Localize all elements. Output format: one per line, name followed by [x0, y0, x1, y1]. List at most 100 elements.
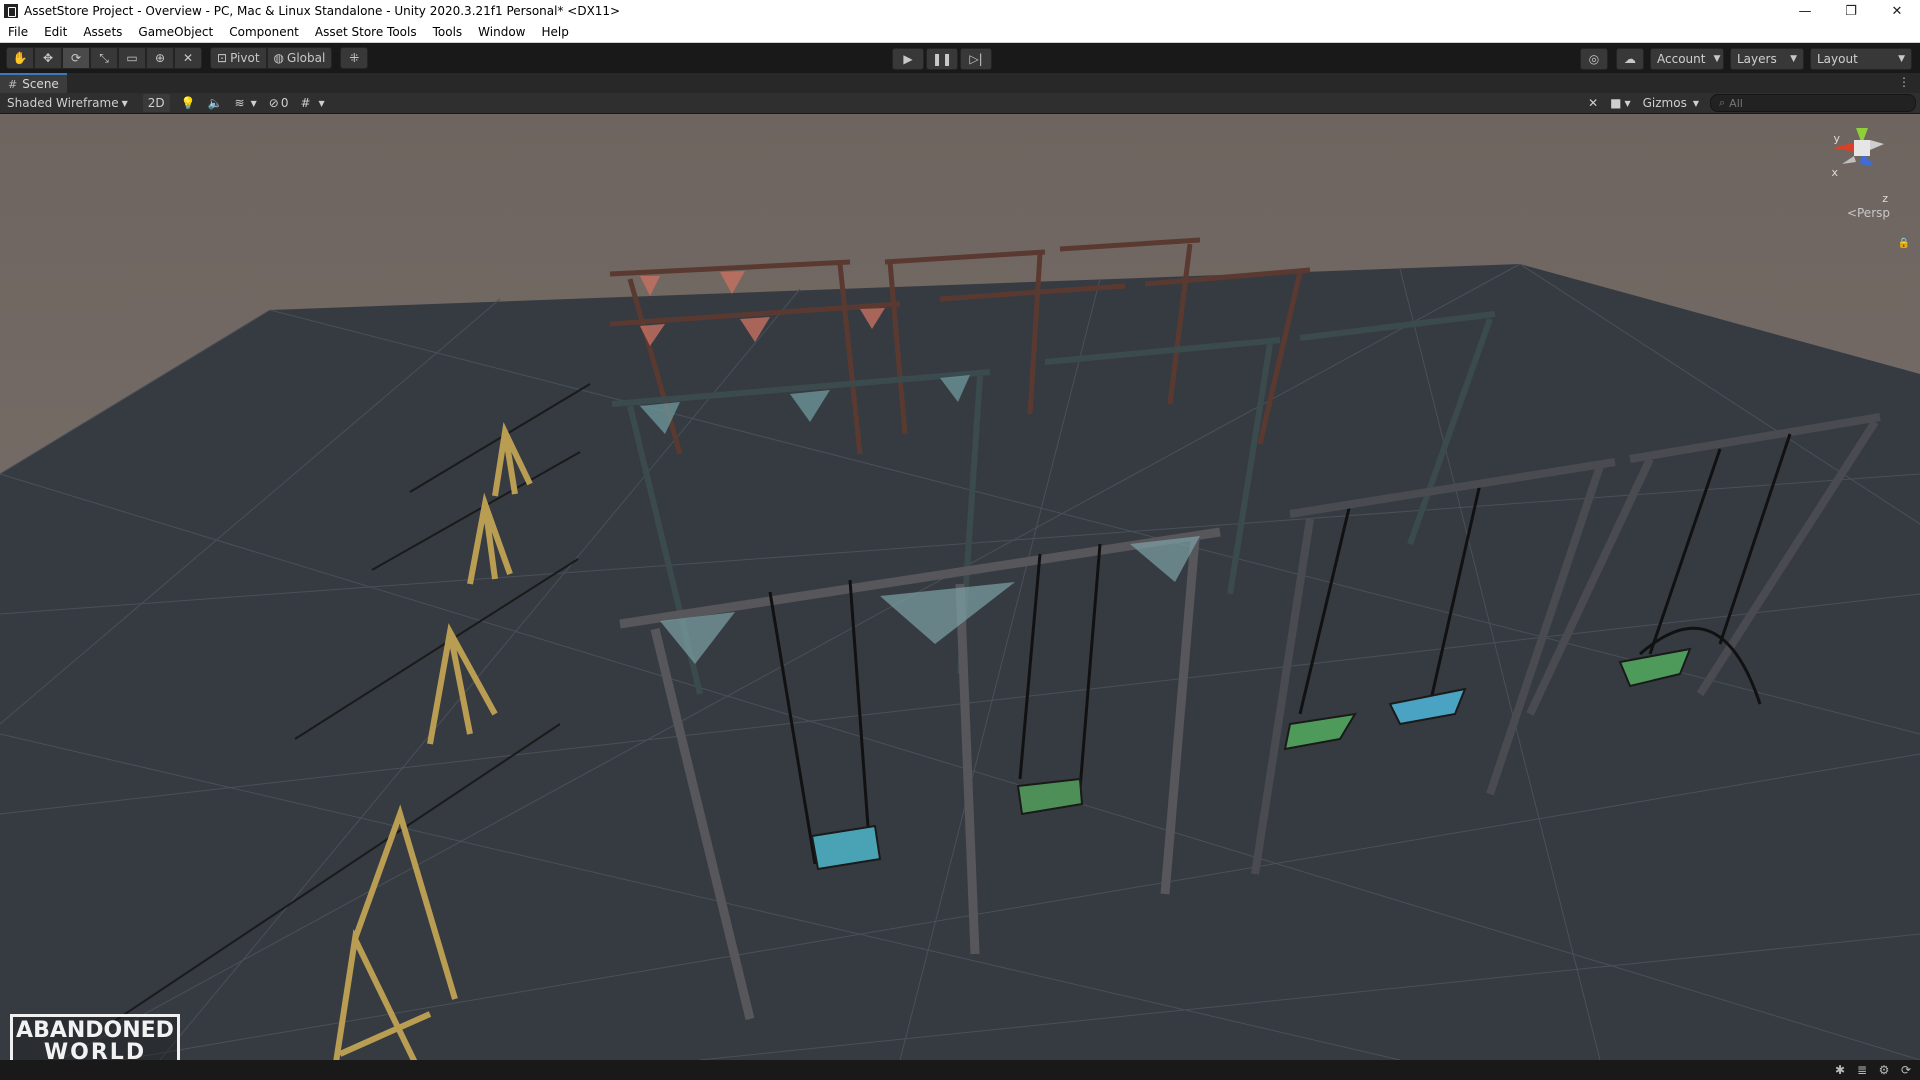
menu-help[interactable]: Help: [534, 25, 577, 39]
hand-tool-icon[interactable]: ✋: [6, 47, 34, 69]
grid-snap-button[interactable]: ⁜: [340, 47, 369, 69]
lighting-toggle[interactable]: 💡: [176, 94, 201, 112]
toolbar-right: ◎ ☁ Account ▼ Layers ▼ Layout ▼: [1578, 48, 1912, 70]
draw-mode-label: Shaded Wireframe: [7, 96, 119, 110]
maximize-button[interactable]: ❐: [1828, 0, 1874, 22]
light-bulb-icon: 💡: [180, 96, 196, 110]
grid-toggle-icon: #: [300, 96, 311, 110]
layers-dropdown[interactable]: Layers ▼: [1730, 48, 1804, 70]
chevron-down-icon: ▼: [1713, 54, 1721, 64]
refresh-icon[interactable]: ⟳: [1898, 1062, 1914, 1078]
chevron-down-icon: ▼: [1624, 98, 1631, 108]
camera-icon: ■: [1610, 96, 1622, 110]
toggle-2d-label: 2D: [147, 96, 165, 110]
eye-slash-icon: ⊘: [268, 96, 279, 110]
audio-toggle[interactable]: 🔈: [203, 94, 228, 112]
window-title-bar: AssetStore Project - Overview - PC, Mac …: [0, 0, 1920, 22]
lock-icon[interactable]: 🔒: [1898, 238, 1910, 249]
minimize-button[interactable]: —: [1782, 0, 1828, 22]
chevron-down-icon: ▼: [250, 98, 257, 108]
cloud-button[interactable]: ☁: [1616, 48, 1644, 70]
gizmo-z-label: z: [1882, 192, 1888, 205]
menu-edit[interactable]: Edit: [36, 25, 75, 39]
tab-scene[interactable]: # Scene: [0, 73, 67, 93]
move-tool-icon[interactable]: ✥: [34, 47, 62, 69]
pivot-icon: ⊡: [217, 51, 228, 65]
step-button[interactable]: ▷|: [960, 48, 992, 70]
toggle-2d-button[interactable]: 2D: [142, 94, 170, 112]
gizmo-x-label: x: [1831, 166, 1838, 179]
effects-toggle[interactable]: ≋ ▼: [230, 94, 262, 112]
collab-button[interactable]: ◎: [1580, 48, 1608, 70]
rect-tool-icon[interactable]: ▭: [118, 47, 146, 69]
pause-button[interactable]: ❚❚: [926, 48, 958, 70]
gizmos-label: Gizmos: [1642, 96, 1687, 110]
chevron-down-icon: ▼: [1692, 98, 1699, 108]
settings-icon[interactable]: ⚙: [1876, 1062, 1892, 1078]
play-button[interactable]: ▶: [892, 48, 924, 70]
more-options-icon[interactable]: ⋮: [1898, 75, 1910, 89]
speaker-icon: 🔈: [207, 96, 223, 110]
window-title: AssetStore Project - Overview - PC, Mac …: [24, 4, 621, 18]
pause-icon: ❚❚: [931, 52, 953, 66]
layout-label: Layout: [1817, 52, 1858, 66]
scene-tab-bar: # Scene ⋮: [0, 73, 1920, 93]
close-button[interactable]: ✕: [1874, 0, 1920, 22]
chevron-down-icon: ▼: [121, 98, 128, 108]
gizmos-dropdown[interactable]: Gizmos ▼: [1638, 94, 1704, 112]
effects-icon: ≋: [234, 96, 245, 110]
debug-icon[interactable]: ✱: [1832, 1062, 1848, 1078]
menu-tools[interactable]: Tools: [425, 25, 471, 39]
menu-window[interactable]: Window: [470, 25, 533, 39]
search-icon: ⌕: [1719, 96, 1726, 109]
tab-scene-label: Scene: [22, 77, 59, 91]
step-icon: ▷|: [969, 52, 983, 66]
hidden-count: 0: [280, 96, 289, 110]
logo-line1: ABANDONED: [16, 1018, 174, 1043]
menu-assets[interactable]: Assets: [75, 25, 130, 39]
layout-dropdown[interactable]: Layout ▼: [1810, 48, 1912, 70]
grid-snap-icon: ⁜: [349, 51, 360, 65]
play-controls: ▶ ❚❚ ▷|: [890, 48, 992, 70]
scene-render: [0, 114, 1920, 1060]
menu-gameobject[interactable]: GameObject: [130, 25, 221, 39]
cloud-icon: ☁: [1624, 52, 1636, 66]
unity-app-icon: [4, 4, 18, 18]
camera-dropdown[interactable]: ■ ▼: [1605, 94, 1636, 112]
globe-icon: ◍: [273, 51, 285, 65]
search-placeholder: All: [1729, 96, 1743, 110]
account-dropdown[interactable]: Account ▼: [1650, 48, 1724, 70]
global-button[interactable]: ◍ Global: [266, 47, 333, 69]
menu-asset-store-tools[interactable]: Asset Store Tools: [307, 25, 425, 39]
tools-toggle[interactable]: ✕: [1583, 94, 1603, 112]
transform-tools: ✋ ✥ ⟳ ⤡ ▭ ⊕ ✕: [6, 47, 202, 69]
grid-toggle[interactable]: # ▼: [295, 94, 329, 112]
projection-toggle[interactable]: <Persp: [1847, 206, 1890, 220]
gizmo-y-label: y: [1833, 132, 1840, 145]
collab-icon: ◎: [1588, 52, 1600, 66]
scene-search-input[interactable]: ⌕ All: [1710, 94, 1916, 112]
play-icon: ▶: [903, 52, 913, 66]
pivot-global-group: ⊡ Pivot ◍ Global: [210, 47, 333, 69]
pivot-label: Pivot: [230, 51, 260, 65]
scale-tool-icon[interactable]: ⤡: [90, 47, 118, 69]
pivot-button[interactable]: ⊡ Pivot: [210, 47, 267, 69]
status-bar: ✱ ≣ ⚙ ⟳: [0, 1060, 1920, 1080]
projection-label: Persp: [1857, 206, 1890, 220]
hidden-objects-toggle[interactable]: ⊘ 0: [264, 94, 294, 112]
menu-bar: File Edit Assets GameObject Component As…: [0, 22, 1920, 43]
custom-tool-icon[interactable]: ✕: [174, 47, 202, 69]
chevron-down-icon: ▼: [1898, 54, 1905, 64]
draw-mode-dropdown[interactable]: Shaded Wireframe ▼: [2, 94, 133, 112]
tools-icon: ✕: [1588, 96, 1599, 110]
chevron-down-icon: ▼: [318, 98, 325, 108]
layers-icon[interactable]: ≣: [1854, 1062, 1870, 1078]
scene-toolbar-right: ✕ ■ ▼ Gizmos ▼ ⌕ All: [1581, 94, 1916, 112]
layers-label: Layers: [1737, 52, 1777, 66]
main-toolbar: ✋ ✥ ⟳ ⤡ ▭ ⊕ ✕ ⊡ Pivot ◍ Global ⁜ ▶ ❚❚ ▷| ◎…: [0, 43, 1920, 73]
menu-component[interactable]: Component: [221, 25, 307, 39]
scene-viewport[interactable]: 🔒 y x z <Persp: [0, 114, 1920, 1060]
rotate-tool-icon[interactable]: ⟳: [62, 47, 90, 69]
transform-tool-icon[interactable]: ⊕: [146, 47, 174, 69]
menu-file[interactable]: File: [0, 25, 36, 39]
